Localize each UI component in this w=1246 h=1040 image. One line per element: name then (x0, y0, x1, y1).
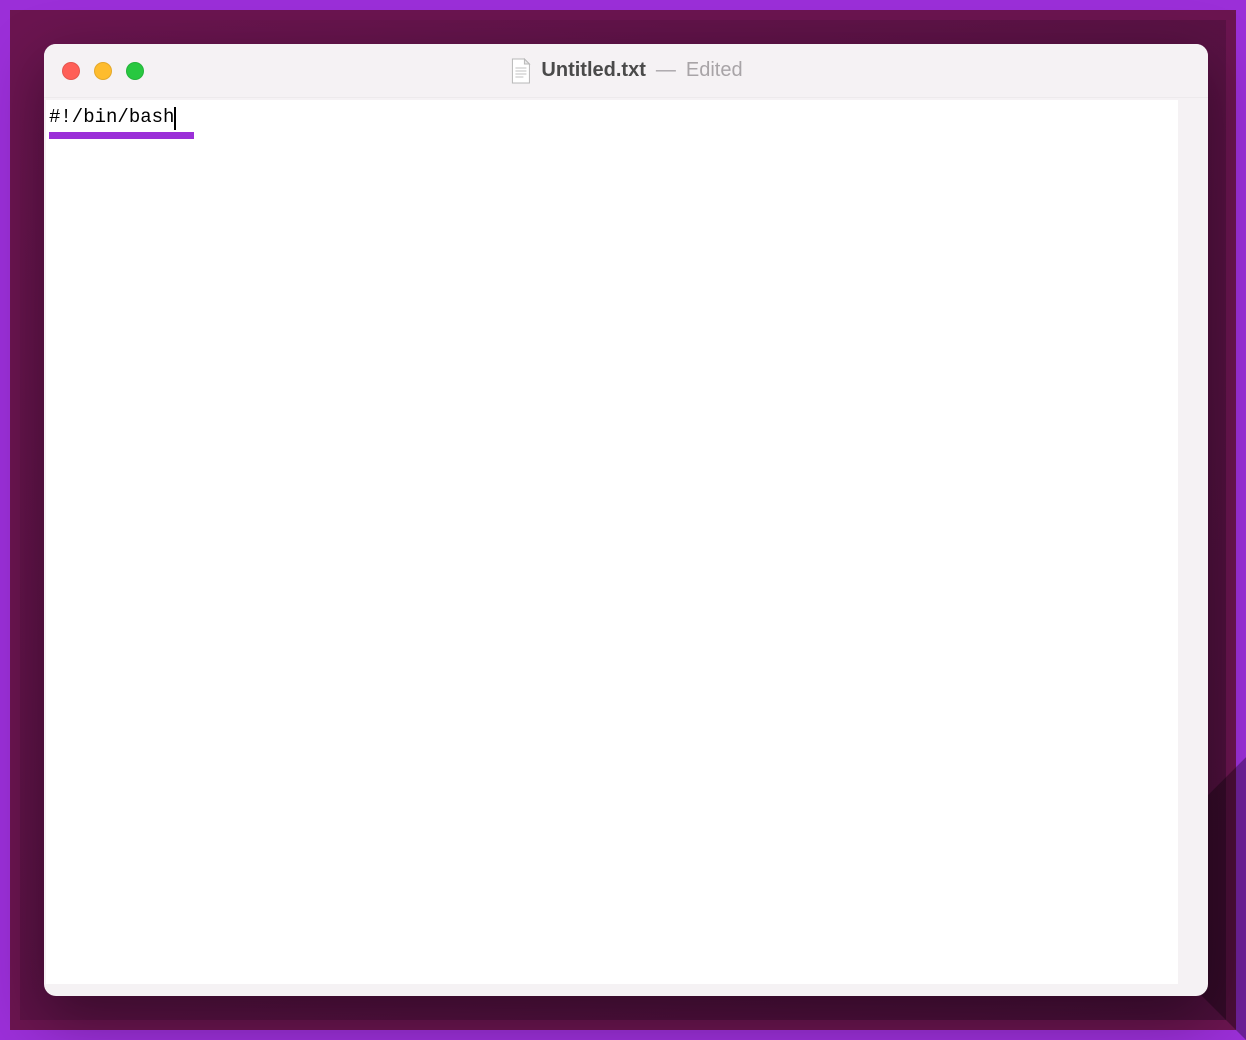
document-icon (509, 58, 531, 84)
text-line-1: #!/bin/bash (49, 106, 176, 129)
window-titlebar[interactable]: Untitled.txt — Edited (44, 44, 1208, 98)
text-cursor (174, 107, 176, 130)
edited-status: Edited (686, 59, 743, 82)
desktop-background: Untitled.txt — Edited #!/bin/bash (20, 20, 1226, 1020)
window-controls (44, 62, 144, 80)
close-button[interactable] (62, 62, 80, 80)
title-separator: — (656, 59, 676, 82)
window-title-group[interactable]: Untitled.txt — Edited (509, 58, 742, 84)
text-editor-window: Untitled.txt — Edited #!/bin/bash (44, 44, 1208, 996)
window-title: Untitled.txt (541, 59, 645, 82)
text-highlight (49, 132, 194, 139)
text-editor[interactable]: #!/bin/bash (46, 100, 1178, 984)
minimize-button[interactable] (94, 62, 112, 80)
editor-text: #!/bin/bash (49, 106, 174, 128)
zoom-button[interactable] (126, 62, 144, 80)
viewport-border: Untitled.txt — Edited #!/bin/bash (0, 0, 1246, 1040)
editor-area: #!/bin/bash (46, 100, 1196, 984)
vertical-scrollbar[interactable] (1178, 100, 1196, 984)
